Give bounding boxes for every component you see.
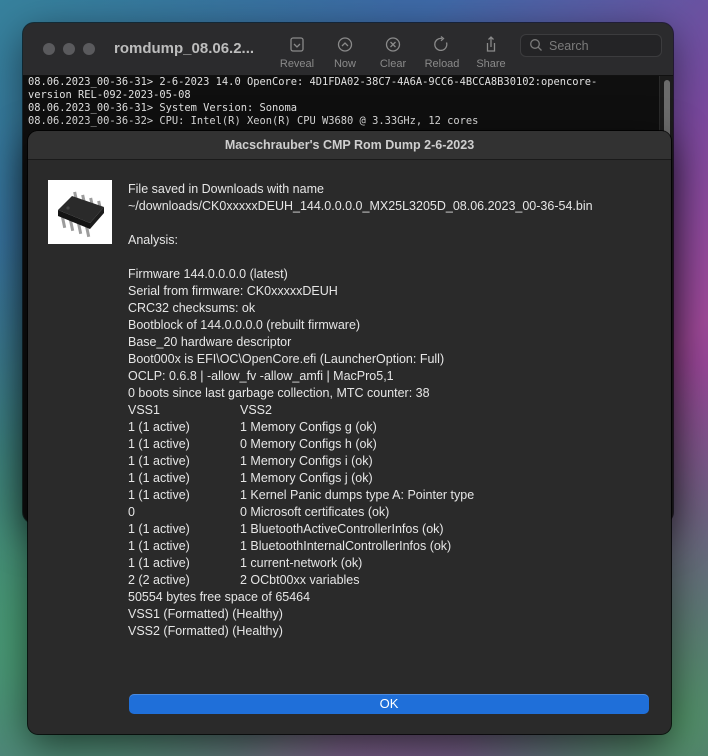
saved-message: File saved in Downloads with name <box>128 182 324 196</box>
share-icon <box>486 36 496 52</box>
clear-label: Clear <box>379 58 407 70</box>
vss-row: 1 (1 active) 1 current-network (ok) <box>128 555 362 572</box>
window-title: romdump_08.06.2... <box>114 40 255 57</box>
vss1-status-line: VSS1 (Formatted) (Healthy) <box>128 607 283 621</box>
vss2-cell: 1 Memory Configs i (ok) <box>240 454 373 468</box>
reveal-button[interactable]: Reveal <box>275 35 319 70</box>
vss1-cell: 1 (1 active) <box>128 471 190 485</box>
share-label: Share <box>476 58 506 70</box>
log-line: 08.06.2023_00-36-31> 2-6-2023 14.0 OpenC… <box>28 76 598 88</box>
vss1-cell: VSS1 <box>128 403 160 417</box>
dialog-title: Macschrauber's CMP Rom Dump 2-6-2023 <box>224 138 475 152</box>
vss2-cell: 0 Microsoft certificates (ok) <box>240 505 390 519</box>
now-button[interactable]: Now <box>323 35 367 70</box>
ok-button[interactable]: OK <box>129 694 649 714</box>
vss-row: 1 (1 active) 1 BluetoothInternalControlle… <box>128 538 451 555</box>
vss1-cell: 1 (1 active) <box>128 539 190 553</box>
vss2-cell: 1 Memory Configs j (ok) <box>240 471 373 485</box>
search-field[interactable] <box>520 34 662 57</box>
share-button[interactable]: Share <box>469 35 513 70</box>
info-line: Firmware 144.0.0.0.0 (latest) <box>128 267 288 281</box>
vss-row: 1 (1 active) 1 Memory Configs i (ok) <box>128 453 373 470</box>
clear-button[interactable]: Clear <box>371 35 415 70</box>
clear-icon <box>385 37 401 52</box>
vss-row: 1 (1 active) 1 Memory Configs g (ok) <box>128 419 377 436</box>
vss2-cell: 1 BluetoothActiveControllerInfos (ok) <box>240 522 444 536</box>
saved-file-path: ~/downloads/CK0xxxxxDEUH_144.0.0.0.0_MX2… <box>128 199 593 213</box>
vss2-cell: 1 BluetoothInternalControllerInfos (ok) <box>240 539 452 553</box>
info-line: OCLP: 0.6.8 | -allow_fv -allow_amfi | Ma… <box>128 369 394 383</box>
vss2-cell: 2 OCbt00xx variables <box>240 573 360 587</box>
info-line: Base_20 hardware descriptor <box>128 335 292 349</box>
vss-row: 0 0 Microsoft certificates (ok) <box>128 504 389 521</box>
info-line: Bootblock of 144.0.0.0.0 (rebuilt firmwa… <box>128 318 361 332</box>
vss1-cell: 1 (1 active) <box>128 488 190 502</box>
info-line: Serial from firmware: CK0xxxxxDEUH <box>128 284 338 298</box>
vss2-cell: 1 Memory Configs g (ok) <box>240 420 377 434</box>
window-titlebar: romdump_08.06.2... Reveal Now Clear Relo… <box>23 23 673 76</box>
vss2-cell: 0 Memory Configs h (ok) <box>240 437 377 451</box>
vss-row: 1 (1 active) 1 Memory Configs j (ok) <box>128 470 373 487</box>
vss-row: 1 (1 active) 0 Memory Configs h (ok) <box>128 436 377 453</box>
vss2-cell: VSS2 <box>240 403 272 417</box>
vss2-status-line: VSS2 (Formatted) (Healthy) <box>128 624 283 638</box>
dialog-titlebar: Macschrauber's CMP Rom Dump 2-6-2023 <box>28 131 671 160</box>
info-line: CRC32 checksums: ok <box>128 301 256 315</box>
vss1-cell: 1 (1 active) <box>128 556 190 570</box>
vss1-cell: 1 (1 active) <box>128 437 190 451</box>
vss2-cell: 1 current-network (ok) <box>240 556 363 570</box>
search-input[interactable] <box>547 37 657 55</box>
reload-label: Reload <box>424 58 460 70</box>
vss1-cell: 1 (1 active) <box>128 522 190 536</box>
chip-icon <box>48 180 112 244</box>
analysis-label: Analysis: <box>128 233 179 247</box>
vss-row: 2 (2 active) 2 OCbt00xx variables <box>128 572 360 589</box>
close-window-button[interactable] <box>43 43 55 55</box>
log-line: 08.06.2023_00-36-31> System Version: Son… <box>28 102 297 114</box>
vss-row: 1 (1 active) 1 Kernel Panic dumps type A:… <box>128 487 474 504</box>
vss1-cell: 0 <box>128 505 135 519</box>
search-icon <box>530 39 542 51</box>
log-line: version REL-092-2023-05-08 <box>28 89 191 101</box>
vss-row: 1 (1 active) 1 BluetoothActiveControllerI… <box>128 521 444 538</box>
minimize-window-button[interactable] <box>63 43 75 55</box>
now-icon <box>337 37 353 52</box>
free-space-line: 50554 bytes free space of 65464 <box>128 590 311 604</box>
now-label: Now <box>333 58 356 70</box>
reload-button[interactable]: Reload <box>420 35 464 70</box>
info-line: 0 boots since last garbage collection, M… <box>128 386 430 400</box>
vss-row: VSS1 VSS2 <box>128 402 272 419</box>
reveal-icon <box>290 37 304 52</box>
info-line: Boot000x is EFI\OC\OpenCore.efi (Launche… <box>128 352 445 366</box>
vss1-cell: 1 (1 active) <box>128 420 190 434</box>
reload-icon <box>434 35 448 52</box>
vss2-cell: 1 Kernel Panic dumps type A: Pointer typ… <box>240 488 475 502</box>
vss1-cell: 1 (1 active) <box>128 454 190 468</box>
rom-dump-dialog: Macschrauber's CMP Rom Dump 2-6-2023 Fil… <box>28 131 671 734</box>
reveal-label: Reveal <box>279 58 315 70</box>
log-line: 08.06.2023_00-36-32> CPU: Intel(R) Xeon(… <box>28 115 479 127</box>
zoom-window-button[interactable] <box>83 43 95 55</box>
vss1-cell: 2 (2 active) <box>128 573 190 587</box>
